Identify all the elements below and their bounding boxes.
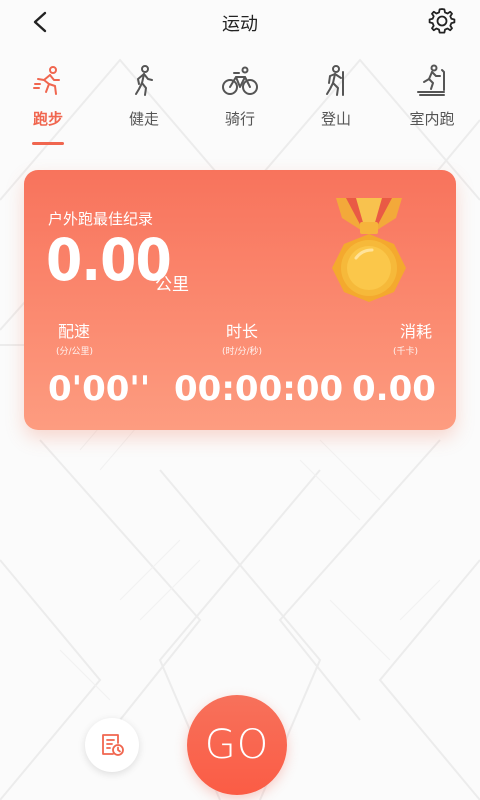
calories-stat: 消耗 (千卡) 0.00 [352, 318, 436, 409]
tab-label: 骑行 [224, 110, 255, 128]
duration-unit: (时/分/秒) [221, 347, 263, 357]
running-icon [33, 66, 60, 95]
tab-label: 健走 [128, 110, 159, 128]
settings-button[interactable] [426, 5, 458, 37]
calories-label: 消耗 [399, 322, 432, 341]
sport-type-tabs: 跑步 健走 骑行 登山 室内跑 [0, 62, 480, 148]
go-button[interactable]: GO [187, 695, 287, 795]
hiking-icon [326, 65, 344, 96]
go-button-label: GO [204, 722, 270, 768]
walking-icon [135, 65, 153, 96]
duration-stat: 时长 (时/分/秒) 00:00:00 [174, 318, 344, 409]
calories-unit: (千卡) [392, 347, 418, 357]
tab-label: 登山 [320, 110, 351, 128]
pace-unit: (分/公里) [56, 347, 94, 357]
top-bar: 运动 [0, 0, 480, 44]
duration-label: 时长 [225, 322, 258, 341]
record-distance: 0.00 [46, 226, 172, 294]
history-record-icon [102, 734, 124, 756]
tab-label: 跑步 [32, 110, 63, 128]
duration-value: 00:00:00 [174, 369, 344, 409]
pace-stat: 配速 (分/公里) 0'00'' [48, 318, 151, 409]
calories-value: 0.00 [352, 369, 436, 409]
pace-label: 配速 [58, 322, 91, 341]
treadmill-icon [417, 64, 445, 96]
history-button[interactable] [85, 718, 139, 772]
cycling-icon [222, 66, 258, 95]
gear-icon [428, 8, 456, 34]
medal-icon [332, 198, 406, 302]
tab-cycling[interactable]: 骑行 [192, 62, 288, 148]
pace-value: 0'00'' [48, 369, 151, 409]
record-distance-unit: 公里 [155, 275, 189, 295]
best-record-card: 户外跑最佳纪录 0.00 公里 配速 (分/公里) 0'00'' 时长 (时/分… [24, 170, 456, 430]
tab-walking[interactable]: 健走 [96, 62, 192, 148]
tab-indoor-running[interactable]: 室内跑 [384, 62, 480, 148]
page-title: 运动 [222, 14, 258, 35]
tab-running[interactable]: 跑步 [0, 62, 96, 148]
tab-label: 室内跑 [409, 110, 455, 128]
tab-hiking[interactable]: 登山 [288, 62, 384, 148]
